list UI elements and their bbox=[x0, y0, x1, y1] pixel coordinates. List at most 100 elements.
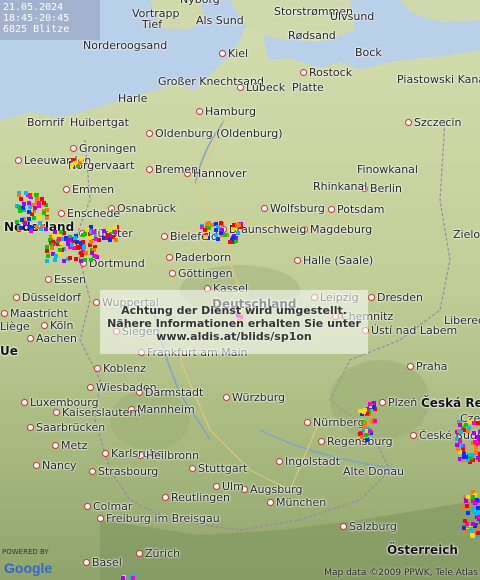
lightning-strike bbox=[41, 200, 46, 205]
city-dot bbox=[213, 483, 220, 490]
lightning-strike bbox=[28, 225, 33, 230]
city-label: Zürich bbox=[145, 547, 181, 560]
city-label: Praha bbox=[416, 360, 448, 373]
lightning-strike bbox=[72, 160, 77, 165]
city-label: Ústí nad Labem bbox=[371, 324, 458, 337]
city-label: Huibertgat bbox=[70, 116, 129, 129]
lightning-strike bbox=[476, 456, 480, 461]
lightning-strike bbox=[39, 196, 44, 201]
city-label: Bornrif bbox=[27, 116, 65, 129]
lightning-strike bbox=[52, 234, 57, 239]
stamp-count: 6825 Blitze bbox=[3, 24, 70, 35]
lightning-strike bbox=[44, 227, 49, 232]
island-sweden bbox=[400, 0, 480, 22]
city-dot bbox=[102, 450, 109, 457]
city-dot bbox=[410, 432, 417, 439]
city-label: Szczecin bbox=[414, 116, 462, 129]
city-dot bbox=[97, 515, 104, 522]
lightning-strike bbox=[368, 402, 373, 407]
city-label: Platte bbox=[292, 81, 324, 94]
lightning-strike bbox=[465, 504, 470, 509]
city-label: Düsseldorf bbox=[22, 291, 81, 304]
lightning-strike bbox=[23, 220, 28, 225]
city-label: Česká Rep. bbox=[421, 396, 480, 410]
city-label: Würzburg bbox=[232, 391, 286, 404]
city-dot bbox=[27, 335, 34, 342]
lightning-strike bbox=[475, 442, 480, 447]
city-label: Finowkanal bbox=[357, 163, 418, 176]
lightning-strike bbox=[471, 430, 476, 435]
lightning-map[interactable]: NyborgVortrappTiefAls SundStorstrømmenUl… bbox=[0, 0, 480, 580]
lightning-strike bbox=[457, 422, 462, 427]
lightning-strike bbox=[368, 428, 373, 433]
notice-url[interactable]: www.aldis.at/blids/sp1on bbox=[100, 330, 368, 343]
lightning-strike bbox=[203, 234, 208, 239]
lightning-strike bbox=[465, 495, 470, 500]
lightning-strike bbox=[37, 221, 42, 226]
city-label: Ulvsund bbox=[330, 10, 375, 23]
city-dot bbox=[93, 299, 100, 306]
lightning-strike bbox=[236, 223, 241, 228]
city-label: Reutlingen bbox=[171, 491, 231, 504]
lightning-strike bbox=[45, 259, 50, 264]
lightning-strike bbox=[228, 239, 233, 244]
lightning-strike bbox=[230, 227, 235, 232]
hills-pfalz bbox=[110, 390, 190, 450]
city-label: Wolfsburg bbox=[270, 202, 325, 215]
lightning-strike bbox=[94, 237, 99, 242]
lightning-strike bbox=[455, 443, 460, 448]
lightning-strike bbox=[476, 421, 480, 426]
city-label: Nyborg bbox=[180, 0, 220, 6]
lightning-strike bbox=[80, 252, 85, 257]
city-dot bbox=[45, 276, 52, 283]
city-label: Köln bbox=[50, 319, 74, 332]
lightning-strike bbox=[470, 506, 475, 511]
service-notice: Achtung der Dienst wird umgestellt. Nähe… bbox=[100, 290, 368, 354]
lightning-strike bbox=[82, 232, 87, 236]
city-label: Darmstadt bbox=[145, 386, 204, 399]
lightning-strike bbox=[84, 250, 88, 255]
lightning-strike bbox=[18, 225, 23, 230]
lightning-strike bbox=[470, 532, 475, 537]
city-dot bbox=[89, 468, 96, 475]
city-label: Oldenburg (Oldenburg) bbox=[155, 127, 283, 140]
lightning-strike bbox=[202, 228, 207, 233]
stamp-time: 18:45-20:45 bbox=[3, 13, 70, 24]
lightning-strike bbox=[204, 222, 209, 227]
city-label: Salzburg bbox=[349, 520, 397, 533]
lightning-strike bbox=[363, 420, 368, 425]
lightning-strike bbox=[19, 218, 24, 223]
city-dot bbox=[87, 384, 94, 391]
city-dot bbox=[63, 186, 70, 193]
city-label: Potsdam bbox=[337, 203, 385, 216]
city-label: Magdeburg bbox=[310, 223, 373, 236]
city-label: Rhinkanal bbox=[313, 180, 368, 193]
lightning-strike bbox=[214, 228, 219, 233]
city-dot bbox=[27, 424, 34, 431]
lightning-strike bbox=[82, 257, 87, 262]
city-dot bbox=[379, 399, 386, 406]
lightning-strike bbox=[74, 240, 79, 245]
google-logo[interactable]: Google bbox=[4, 560, 52, 576]
lightning-strike bbox=[466, 510, 471, 515]
powered-by-label: POWERED BY bbox=[2, 548, 49, 556]
city-label: Norderoogsand bbox=[83, 39, 168, 52]
lightning-strike bbox=[59, 230, 64, 234]
city-label: Rostock bbox=[309, 66, 353, 79]
city-label: Basel bbox=[92, 556, 122, 569]
lightning-strike bbox=[90, 250, 95, 255]
lightning-strike bbox=[468, 455, 473, 460]
lightning-strike bbox=[38, 226, 43, 231]
lightning-strike bbox=[82, 245, 87, 250]
lightning-strike bbox=[69, 243, 74, 248]
city-dot bbox=[407, 363, 414, 370]
city-label: Bielefeld bbox=[170, 230, 218, 243]
city-dot bbox=[189, 465, 196, 472]
lightning-strike bbox=[81, 239, 86, 244]
lightning-strike bbox=[101, 229, 106, 234]
lightning-strike bbox=[57, 237, 62, 242]
city-dot bbox=[318, 438, 325, 445]
lightning-strike bbox=[57, 248, 62, 253]
city-label: Rødsand bbox=[288, 29, 336, 42]
lightning-strike bbox=[462, 428, 467, 433]
